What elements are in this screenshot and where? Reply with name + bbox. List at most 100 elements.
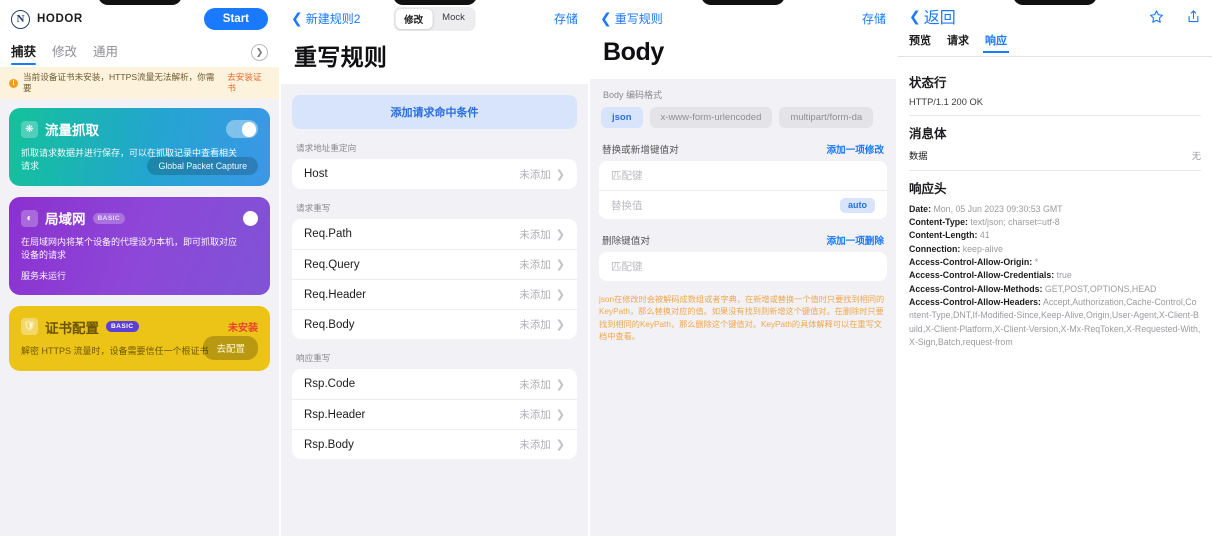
card-title: 局域网 <box>45 212 86 228</box>
response-headers-heading: 响应头 <box>909 181 947 196</box>
tab-modify[interactable]: 修改 <box>52 41 77 64</box>
basic-badge: BASIC <box>106 321 139 333</box>
delete-fields: 匹配键 <box>599 252 887 281</box>
chip-urlencoded[interactable]: x-www-form-urlencoded <box>649 107 773 128</box>
chevron-left-icon: ❮ <box>291 10 303 26</box>
screenshot-root: N HODOR Start 捕获 修改 通用 ❯ ! 当前设备证书未安装，HTT… <box>0 0 1216 536</box>
header-name: Content-Length: <box>909 230 978 241</box>
back-label: 新建规则2 <box>305 11 361 26</box>
row-rsp-body[interactable]: Rsp.Body 未添加 ❯ <box>292 429 577 459</box>
panel-capture-home: N HODOR Start 捕获 修改 通用 ❯ ! 当前设备证书未安装，HTT… <box>0 0 279 536</box>
section-label-request-rewrite: 请求重写 <box>296 203 331 213</box>
back-button[interactable]: ❮ 新建规则2 <box>291 10 360 27</box>
app-header: N HODOR Start <box>0 0 279 38</box>
add-deletion-button[interactable]: 添加一项删除 <box>826 233 884 247</box>
replace-value-input[interactable]: 替换值 <box>611 198 643 213</box>
message-body-heading: 消息体 <box>909 126 947 141</box>
global-packet-capture-button[interactable]: Global Packet Capture <box>147 157 258 176</box>
header-item: Date: Mon, 05 Jun 2023 09:30:53 GMT <box>909 203 1201 216</box>
chevron-right-icon[interactable]: ❯ <box>251 44 268 61</box>
match-key-input[interactable]: 匹配键 <box>599 161 887 190</box>
tab-preview[interactable]: 预览 <box>909 32 931 53</box>
header-name: Access-Control-Allow-Headers: <box>909 297 1041 308</box>
save-button[interactable]: 存储 <box>554 10 578 27</box>
row-req-path[interactable]: Req.Path 未添加 ❯ <box>292 219 577 249</box>
header-value: text/json; charset=utf-8 <box>970 216 1060 227</box>
row-rsp-code[interactable]: Rsp.Code 未添加 ❯ <box>292 369 577 399</box>
certificate-warning-banner: ! 当前设备证书未安装，HTTPS流量无法解析，你需要 去安装证书 <box>0 67 279 100</box>
replace-section-title: 替换或新增键值对 <box>602 145 679 156</box>
header-name: Access-Control-Allow-Methods: <box>909 283 1043 294</box>
chevron-right-icon: ❯ <box>555 439 565 451</box>
row-label: Req.Query <box>304 258 360 271</box>
segment-mock[interactable]: Mock <box>433 9 474 29</box>
card-traffic-capture[interactable]: ❋ 流量抓取 抓取请求数据并进行保存，可以在抓取记录中查看相关请求 Global… <box>9 108 270 187</box>
cards-list: ❋ 流量抓取 抓取请求数据并进行保存，可以在抓取记录中查看相关请求 Global… <box>0 99 279 379</box>
delete-match-key-input[interactable]: 匹配键 <box>599 252 887 281</box>
body-form: Body 编码格式 json x-www-form-urlencoded mul… <box>590 79 896 343</box>
chevron-right-icon: ❯ <box>555 319 565 331</box>
message-body-key: 数据 <box>909 150 928 161</box>
header-item: Connection: keep-alive <box>909 243 1201 256</box>
star-icon[interactable] <box>1149 9 1164 24</box>
header-item: Content-Length: 41 <box>909 229 1201 242</box>
configure-button[interactable]: 去配置 <box>203 335 258 360</box>
mode-segmented-control: 修改 Mock <box>393 7 476 31</box>
back-button[interactable]: ❮ 返回 <box>909 4 956 28</box>
row-host[interactable]: Host 未添加 ❯ <box>292 159 577 189</box>
row-value: 未添加 <box>519 409 551 421</box>
replace-value-row: 替换值 auto <box>599 190 887 219</box>
install-certificate-link[interactable]: 去安装证书 <box>227 72 270 94</box>
chip-multipart[interactable]: multipart/form-da <box>779 107 874 128</box>
tab-request[interactable]: 请求 <box>947 32 969 53</box>
segment-modify[interactable]: 修改 <box>395 9 433 29</box>
shield-icon: 🛡 <box>21 318 38 336</box>
chevron-right-icon: ❯ <box>555 168 565 181</box>
header-name: Access-Control-Allow-Origin: <box>909 257 1033 268</box>
row-label: Rsp.Body <box>304 438 354 451</box>
header-name: Connection: <box>909 243 961 254</box>
brand-name: HODOR <box>37 13 83 25</box>
detail-tabs: 预览 请求 响应 <box>898 32 1212 57</box>
phone-notch <box>701 0 785 5</box>
auto-tag-button[interactable]: auto <box>840 197 875 213</box>
tab-capture[interactable]: 捕获 <box>11 41 37 65</box>
row-req-header[interactable]: Req.Header 未添加 ❯ <box>292 279 577 309</box>
row-req-query[interactable]: Req.Query 未添加 ❯ <box>292 249 577 279</box>
row-value: 未添加 <box>519 439 551 451</box>
traffic-capture-toggle[interactable] <box>226 120 258 139</box>
warning-icon: ! <box>9 78 18 88</box>
lan-toggle[interactable] <box>243 210 258 226</box>
share-icon[interactable] <box>1186 9 1201 24</box>
card-header: 🛡 证书配置 BASIC 未安装 <box>21 317 258 337</box>
status-line-value: HTTP/1.1 200 OK <box>909 97 983 107</box>
tab-response[interactable]: 响应 <box>983 32 1009 53</box>
chip-json[interactable]: json <box>601 107 643 128</box>
header-item: Content-Type: text/json; charset=utf-8 <box>909 216 1201 229</box>
add-modification-button[interactable]: 添加一项修改 <box>826 142 884 156</box>
card-lan[interactable]: ◐ 局域网 BASIC 在局域网内将某个设备的代理设为本机，即可抓取对应设备的请… <box>9 197 270 295</box>
page-title: 重写规则 <box>281 36 588 84</box>
row-label: Rsp.Header <box>304 408 366 421</box>
header-name: Content-Type: <box>909 216 968 227</box>
row-label: Req.Header <box>304 288 367 301</box>
wifi-icon: ◐ <box>21 209 38 227</box>
start-button[interactable]: Start <box>203 8 268 30</box>
row-value: 未添加 <box>519 378 551 391</box>
row-label: Host <box>304 168 328 180</box>
card-title: 流量抓取 <box>45 123 99 139</box>
save-button[interactable]: 存储 <box>862 10 886 27</box>
phone-notch <box>1013 0 1097 5</box>
packet-icon: ❋ <box>21 120 38 138</box>
back-button[interactable]: ❮ 重写规则 <box>600 10 663 27</box>
back-label: 重写规则 <box>614 11 663 26</box>
row-req-body[interactable]: Req.Body 未添加 ❯ <box>292 309 577 339</box>
delete-section-title: 删除键值对 <box>602 236 650 247</box>
tab-general[interactable]: 通用 <box>93 41 118 64</box>
add-request-condition-button[interactable]: 添加请求命中条件 <box>292 95 577 129</box>
nav-actions <box>1149 9 1201 24</box>
chevron-right-icon: ❯ <box>555 378 565 391</box>
row-rsp-header[interactable]: Rsp.Header 未添加 ❯ <box>292 399 577 429</box>
card-title: 证书配置 <box>45 320 99 336</box>
card-certificate-config[interactable]: 🛡 证书配置 BASIC 未安装 解密 HTTPS 流量时，设备需要信任一个根证… <box>9 305 270 371</box>
